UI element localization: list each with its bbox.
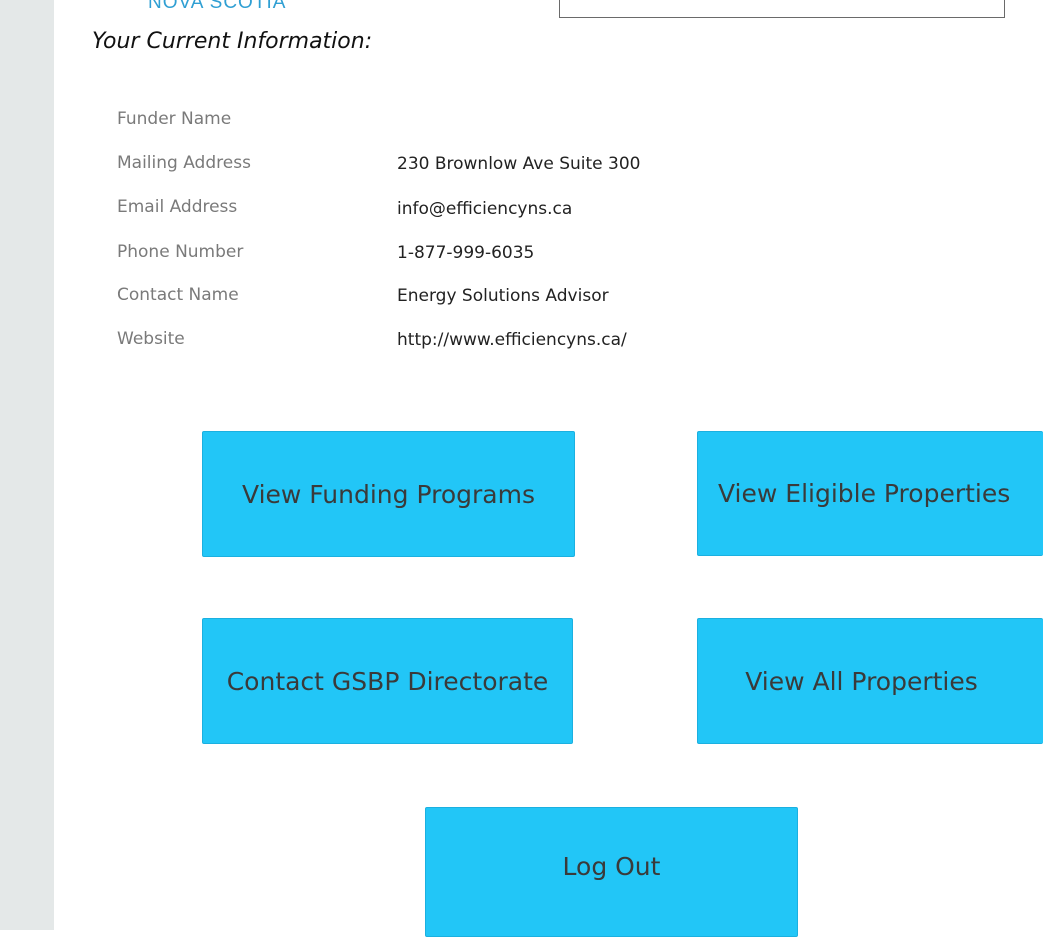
left-gutter (0, 0, 54, 930)
email-address-value: info@efficiencyns.ca (397, 199, 573, 219)
view-funding-programs-button[interactable]: View Funding Programs (202, 431, 575, 557)
contact-gsbp-directorate-button[interactable]: Contact GSBP Directorate (202, 618, 573, 744)
contact-name-value: Energy Solutions Advisor (397, 286, 609, 306)
contact-name-label: Contact Name (117, 285, 239, 305)
section-title: Your Current Information: (92, 29, 373, 54)
website-value: http://www.efficiencyns.ca/ (397, 330, 627, 350)
log-out-button[interactable]: Log Out (425, 807, 798, 937)
funder-name-label: Funder Name (117, 109, 232, 129)
nova-scotia-logo: NOVA SCOTIA (148, 0, 287, 13)
header-box (559, 0, 1005, 18)
mailing-address-value: 230 Brownlow Ave Suite 300 (397, 154, 641, 174)
email-address-label: Email Address (117, 197, 238, 217)
mailing-address-label: Mailing Address (117, 153, 251, 173)
view-all-properties-button[interactable]: View All Properties (697, 618, 1043, 744)
phone-number-label: Phone Number (117, 242, 244, 262)
view-eligible-properties-button[interactable]: View Eligible Properties (697, 431, 1043, 556)
phone-number-value: 1-877-999-6035 (397, 243, 535, 263)
website-label: Website (117, 329, 185, 349)
